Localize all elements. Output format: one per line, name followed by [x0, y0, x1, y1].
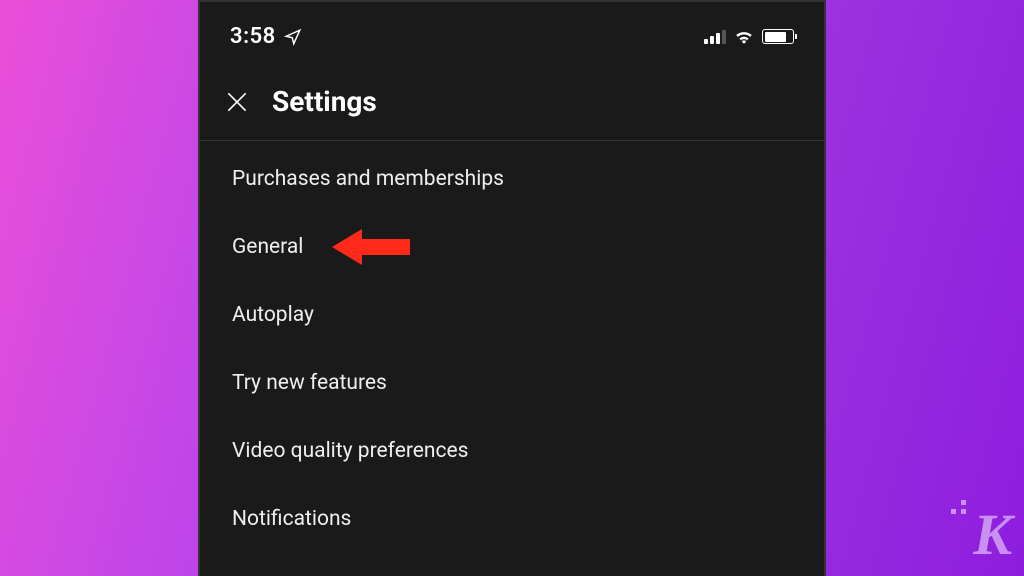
phone-frame: 3:58 Settings Purchases and memberships [198, 0, 826, 576]
watermark-dots-icon [951, 500, 966, 514]
close-icon[interactable] [224, 89, 250, 115]
list-item-label: Purchases and memberships [232, 167, 504, 191]
settings-item-notifications[interactable]: Notifications [200, 485, 824, 553]
settings-item-autoplay[interactable]: Autoplay [200, 281, 824, 349]
location-arrow-icon [284, 28, 302, 46]
settings-item-video-quality[interactable]: Video quality preferences [200, 417, 824, 485]
wifi-icon [734, 30, 754, 44]
list-item-label: General [232, 235, 303, 259]
list-item-label: Try new features [232, 371, 387, 395]
watermark-logo: K [973, 501, 1012, 568]
settings-item-purchases[interactable]: Purchases and memberships [200, 145, 824, 213]
list-item-label: Notifications [232, 507, 351, 531]
status-right [704, 29, 794, 44]
settings-item-general[interactable]: General [200, 213, 824, 281]
list-item-label: Autoplay [232, 303, 314, 327]
settings-list: Purchases and memberships General Autopl… [200, 141, 824, 557]
cellular-signal-icon [704, 30, 726, 44]
page-title: Settings [272, 85, 377, 118]
battery-icon [762, 29, 794, 44]
settings-header: Settings [200, 67, 824, 141]
status-time: 3:58 [230, 24, 276, 49]
settings-item-try-new-features[interactable]: Try new features [200, 349, 824, 417]
status-bar: 3:58 [200, 2, 824, 67]
status-left: 3:58 [230, 24, 302, 49]
list-item-label: Video quality preferences [232, 439, 468, 463]
